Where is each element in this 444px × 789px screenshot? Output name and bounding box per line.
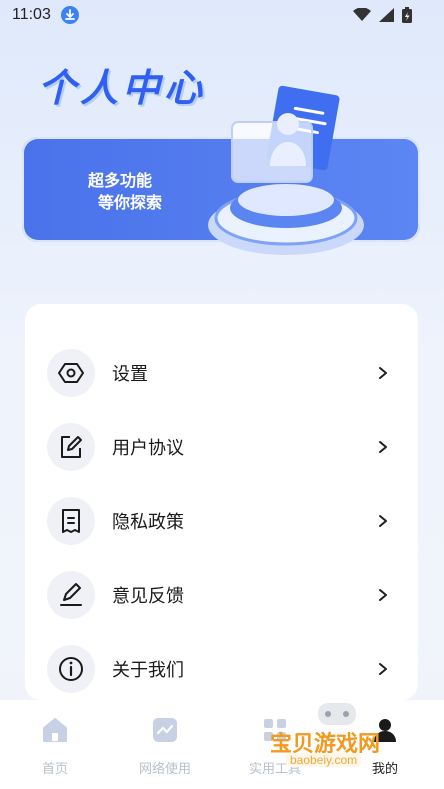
pen-feedback-icon <box>47 571 95 619</box>
tab-home[interactable]: 首页 <box>10 716 100 777</box>
menu-item-user-agreement[interactable]: 用户协议 <box>25 418 418 476</box>
tab-home-label: 首页 <box>41 762 68 777</box>
page-title: 个人中心 <box>38 66 207 110</box>
edit-document-icon <box>47 423 95 471</box>
menu-label-user-agreement: 用户协议 <box>112 438 184 459</box>
info-icon <box>47 645 95 693</box>
status-bar: 11:03 <box>0 0 444 32</box>
menu-label-settings: 设置 <box>112 364 148 385</box>
menu-item-feedback[interactable]: 意见反馈 <box>25 566 418 624</box>
menu-label-feedback: 意见反馈 <box>112 586 184 607</box>
hexagon-settings-icon <box>47 349 95 397</box>
menu-item-about-us[interactable]: 关于我们 <box>25 640 418 698</box>
hero-text: 超多功能 等你探索 <box>88 170 162 214</box>
network-chart-icon <box>153 718 177 742</box>
battery-icon <box>402 7 412 23</box>
tab-network-usage-label: 网络使用 <box>138 762 191 777</box>
hero-line-2: 等你探索 <box>98 193 163 212</box>
wifi-icon <box>353 8 371 21</box>
chevron-right-icon <box>379 515 387 527</box>
watermark-url: baobeiy.com <box>286 753 362 767</box>
hero-illustration <box>208 85 364 255</box>
chevron-right-icon <box>379 367 387 379</box>
chevron-right-icon <box>379 441 387 453</box>
status-time: 11:03 <box>12 6 51 23</box>
menu-label-about-us: 关于我们 <box>112 660 184 681</box>
menu-item-settings[interactable]: 设置 <box>25 344 418 402</box>
chevron-right-icon <box>379 663 387 675</box>
receipt-document-icon <box>47 497 95 545</box>
chevron-right-icon <box>379 589 387 601</box>
signal-icon <box>379 8 394 22</box>
home-icon <box>43 718 67 742</box>
menu-card: 设置 用户协议 隐私政策 意见反馈 关于我们 <box>25 304 418 700</box>
menu-item-privacy-policy[interactable]: 隐私政策 <box>25 492 418 550</box>
hero-line-1: 超多功能 <box>88 171 153 190</box>
tab-network-usage[interactable]: 网络使用 <box>120 716 210 777</box>
download-icon <box>61 6 79 24</box>
menu-label-privacy-policy: 隐私政策 <box>112 512 184 533</box>
